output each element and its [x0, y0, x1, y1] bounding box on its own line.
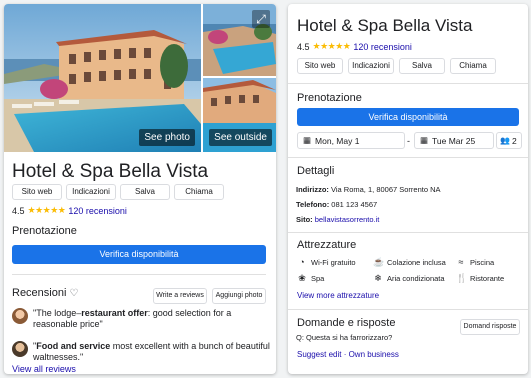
website-button[interactable]: Sito web: [297, 58, 343, 74]
phone-line: Telefono: 081 123 4567: [296, 200, 378, 209]
thumbnail-photo-outside[interactable]: See outside: [203, 78, 276, 152]
divider: [288, 309, 528, 310]
reviews-title: Recensioni ♡: [12, 287, 78, 299]
star-rating-icon: ★★★★★: [27, 205, 66, 215]
checkout-value: Tue Mar 25: [432, 135, 476, 146]
divider: [288, 157, 528, 158]
save-button[interactable]: Salva: [120, 184, 170, 200]
booking-title: Prenotazione: [12, 225, 77, 237]
see-photos-button[interactable]: See photo: [139, 129, 195, 146]
reviews-link[interactable]: 120 recensioni: [68, 206, 127, 216]
amenity-breakfast: ☕ Colazione inclusa: [373, 257, 446, 267]
guests-icon: 👥: [500, 136, 510, 145]
review-text: "Food and service most excellent with a …: [33, 341, 270, 362]
view-more-amenities-link[interactable]: View more attrezzature: [297, 291, 379, 300]
action-buttons: Sito web Indicazioni Salva Chiama: [12, 184, 224, 200]
rating-value: 4.5: [297, 41, 310, 52]
write-review-button[interactable]: Write a reviews: [153, 288, 207, 304]
amenity-restaurant: 🍴 Ristorante: [456, 273, 505, 283]
thumbnail-photo-pool[interactable]: ⤢: [203, 4, 276, 76]
divider: [12, 274, 266, 275]
avatar: [12, 341, 28, 357]
star-rating-icon: ★★★★★: [312, 41, 351, 51]
review-text: "The lodge–restaurant offer: good select…: [33, 308, 232, 329]
view-all-reviews-link[interactable]: View all reviews: [12, 364, 76, 374]
restaurant-icon: 🍴: [456, 273, 468, 283]
suggest-edit-link[interactable]: Suggest edit · Own business: [297, 350, 399, 359]
pool-icon: ≈: [458, 257, 464, 267]
rating-row: 4.5 ★★★★★ 120 recensioni: [297, 41, 412, 52]
date-separator: -: [407, 136, 410, 146]
amenity-wifi: ◔ Wi-Fi gratuito: [297, 257, 355, 267]
qa-button[interactable]: Domand risposte: [460, 319, 520, 335]
checkout-date-field[interactable]: ▦ Tue Mar 25: [414, 132, 494, 149]
amenity-pool: ≈ Piscina: [456, 257, 495, 267]
reviews-title-text: Recensioni: [12, 287, 67, 299]
calendar-icon: ▦: [420, 135, 429, 145]
check-availability-button[interactable]: Verifica disponibilità: [12, 245, 266, 264]
booking-title: Prenotazione: [297, 92, 362, 104]
guests-value: 2: [511, 135, 517, 146]
snowflake-icon: ❄: [374, 273, 382, 283]
reviews-link[interactable]: 120 recensioni: [353, 42, 412, 52]
avatar: [12, 308, 28, 324]
guests-field[interactable]: 👥 2: [496, 132, 522, 149]
amenities-title: Attrezzature: [297, 239, 357, 251]
main-photo[interactable]: See photo: [4, 4, 201, 152]
hotel-name: Hotel & Spa Bella Vista: [297, 16, 473, 35]
heart-icon[interactable]: ♡: [69, 288, 78, 299]
expand-icon[interactable]: ⤢: [252, 10, 270, 28]
checkin-value: Mon, May 1: [315, 135, 360, 146]
see-outside-button[interactable]: See outside: [209, 129, 272, 146]
website-button[interactable]: Sito web: [12, 184, 62, 200]
call-button[interactable]: Chiama: [450, 58, 496, 74]
amenity-ac: ❄ Aria condizionata: [374, 273, 445, 283]
save-button[interactable]: Salva: [399, 58, 445, 74]
site-link[interactable]: bellavistasorrento.it: [315, 215, 380, 224]
qa-title: Domande e risposte: [297, 317, 396, 329]
add-photo-button[interactable]: Aggiungi photo: [212, 288, 266, 304]
spa-icon: ❀: [298, 273, 306, 283]
rating-value: 4.5: [12, 205, 25, 216]
review-item: "The lodge–restaurant offer: good select…: [12, 308, 270, 330]
details-title: Dettagli: [297, 165, 335, 177]
checkin-date-field[interactable]: ▦ Mon, May 1: [297, 132, 405, 149]
calendar-icon: ▦: [303, 135, 312, 145]
directions-button[interactable]: Indicazioni: [66, 184, 116, 200]
photo-gallery: See photo ⤢ See outside: [4, 4, 276, 152]
action-buttons: Sito web Indicazioni Salva Chiama: [297, 58, 496, 74]
call-button[interactable]: Chiama: [174, 184, 224, 200]
review-item: "Food and service most excellent with a …: [12, 341, 270, 363]
hotel-name: Hotel & Spa Bella Vista: [12, 161, 209, 182]
divider: [288, 83, 528, 84]
qa-question: Q: Questa si ha farrorizzaro?: [296, 333, 393, 342]
address-line: Indirizzo: Via Roma, 1, 80067 Sorrento N…: [296, 185, 441, 194]
amenity-spa: ❀ Spa: [298, 273, 325, 283]
divider: [288, 232, 528, 233]
directions-button[interactable]: Indicazioni: [348, 58, 394, 74]
hotel-panel-left: See photo ⤢ See outside Hotel & Spa Bell…: [4, 4, 276, 374]
hotel-panel-right: Hotel & Spa Bella Vista 4.5 ★★★★★ 120 re…: [288, 4, 528, 374]
site-line: Sito: bellavistasorrento.it: [296, 215, 380, 224]
rating-row: 4.5 ★★★★★ 120 recensioni: [12, 205, 127, 216]
wifi-icon: ◔: [299, 257, 305, 267]
check-availability-button[interactable]: Verifica disponibilità: [297, 108, 519, 126]
coffee-icon: ☕: [373, 257, 385, 267]
